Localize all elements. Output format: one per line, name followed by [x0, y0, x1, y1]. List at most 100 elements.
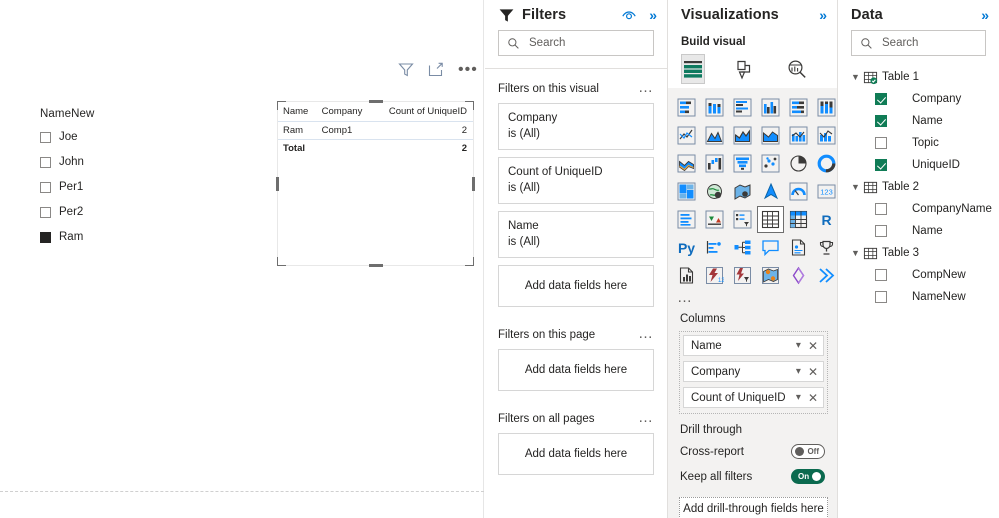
- filters-search-box[interactable]: [498, 30, 654, 56]
- report-canvas[interactable]: NameNew Joe John Per1 Per2 Ram ••• Name …: [0, 0, 484, 518]
- chevron-down-icon[interactable]: ▼: [851, 182, 863, 192]
- field-row-name[interactable]: Name: [838, 110, 999, 132]
- viz-line-chart[interactable]: [673, 122, 700, 149]
- well-field-company[interactable]: Company ▾ ✕: [683, 361, 824, 382]
- viz-pie-chart[interactable]: [785, 150, 812, 177]
- viz-multi-row-card[interactable]: [673, 206, 700, 233]
- viz-filled-map[interactable]: [729, 178, 756, 205]
- field-row-company[interactable]: Company: [838, 88, 999, 110]
- filters-visual-dropzone[interactable]: Add data fields here: [498, 265, 654, 307]
- slicer-visual-namenew[interactable]: NameNew Joe John Per1 Per2 Ram: [40, 108, 160, 252]
- chevron-down-icon[interactable]: ▼: [851, 72, 863, 82]
- viz-ribbon-chart[interactable]: [673, 150, 700, 177]
- field-checkbox-topic[interactable]: [875, 137, 887, 149]
- slicer-checkbox-per1[interactable]: [40, 181, 51, 193]
- chevron-down-icon[interactable]: ▾: [796, 392, 801, 403]
- field-checkbox-companyname[interactable]: [875, 203, 887, 215]
- filters-group-more-button[interactable]: …: [638, 410, 654, 425]
- viz-paginated-report[interactable]: [673, 262, 700, 289]
- table-node-table-3[interactable]: ▼ Table 3: [838, 242, 999, 264]
- remove-field-icon[interactable]: ✕: [808, 366, 818, 378]
- resize-handle-bottom[interactable]: [368, 264, 383, 267]
- viz-arcgis-maps[interactable]: [757, 262, 784, 289]
- collapse-data-pane-button[interactable]: »: [981, 7, 989, 23]
- slicer-checkbox-john[interactable]: [40, 156, 51, 168]
- field-checkbox-company[interactable]: [875, 93, 887, 105]
- slicer-item[interactable]: Joe: [40, 127, 160, 147]
- viz-r-script-visual[interactable]: R: [813, 206, 840, 233]
- remove-field-icon[interactable]: ✕: [808, 392, 818, 404]
- column-header-count-of-uniqueid[interactable]: Count of UniqueID: [372, 102, 473, 122]
- viz-stacked-bar-chart[interactable]: [673, 94, 700, 121]
- field-row-name-table2[interactable]: Name: [838, 220, 999, 242]
- slicer-item[interactable]: Ram: [40, 227, 160, 247]
- slicer-item[interactable]: John: [40, 152, 160, 172]
- viz-card[interactable]: 123: [813, 178, 840, 205]
- filter-card-company[interactable]: Company is (All): [498, 103, 654, 150]
- table-row[interactable]: Ram Comp1 2: [278, 121, 473, 140]
- remove-field-icon[interactable]: ✕: [808, 340, 818, 352]
- resize-handle-top-right[interactable]: [465, 101, 474, 110]
- viz-slicer[interactable]: [729, 206, 756, 233]
- viz-python-visual[interactable]: Py: [673, 234, 700, 261]
- viz-waterfall-chart[interactable]: [701, 150, 728, 177]
- filters-search-input[interactable]: [529, 37, 653, 49]
- visual-header-toolbar[interactable]: •••: [398, 62, 478, 78]
- field-row-companyname[interactable]: CompanyName: [838, 198, 999, 220]
- viz-100-stacked-bar-chart[interactable]: [785, 94, 812, 121]
- viz-map[interactable]: [701, 178, 728, 205]
- tab-analytics[interactable]: [785, 54, 809, 84]
- field-checkbox-name-table2[interactable]: [875, 225, 887, 237]
- slicer-checkbox-ram[interactable]: [40, 231, 51, 243]
- tab-format[interactable]: [733, 54, 757, 84]
- viz-area-chart[interactable]: [701, 122, 728, 149]
- filter-card-name[interactable]: Name is (All): [498, 211, 654, 258]
- slicer-item[interactable]: Per2: [40, 202, 160, 222]
- field-checkbox-name[interactable]: [875, 115, 887, 127]
- slicer-checkbox-joe[interactable]: [40, 131, 51, 143]
- data-search-box[interactable]: [851, 30, 986, 56]
- visual-more-options-button[interactable]: •••: [458, 62, 478, 78]
- table-node-table-1[interactable]: ▼ Table 1: [838, 66, 999, 88]
- resize-handle-right[interactable]: [472, 176, 475, 191]
- viz-gauge[interactable]: [785, 178, 812, 205]
- field-checkbox-uniqueid[interactable]: [875, 159, 887, 171]
- viz-clustered-bar-chart[interactable]: [729, 94, 756, 121]
- viz-stacked-column-chart[interactable]: [701, 94, 728, 121]
- slicer-checkbox-per2[interactable]: [40, 206, 51, 218]
- visualization-gallery-more-button[interactable]: …: [668, 289, 837, 305]
- field-row-namenew[interactable]: NameNew: [838, 286, 999, 308]
- viz-metrics[interactable]: [813, 234, 840, 261]
- resize-handle-top[interactable]: [368, 100, 383, 103]
- viz-line-and-stacked-column-chart[interactable]: [757, 122, 784, 149]
- viz-funnel-chart[interactable]: [729, 150, 756, 177]
- field-row-compnew[interactable]: CompNew: [838, 264, 999, 286]
- field-checkbox-compnew[interactable]: [875, 269, 887, 281]
- viz-power-platform[interactable]: [813, 262, 840, 289]
- viz-scatter-chart[interactable]: [757, 150, 784, 177]
- cross-report-toggle[interactable]: Off: [791, 444, 825, 459]
- viz-clustered-column-chart[interactable]: [757, 94, 784, 121]
- viz-line-and-clustered-column-chart[interactable]: [785, 122, 812, 149]
- viz-smart-narrative[interactable]: [785, 234, 812, 261]
- resize-handle-top-left[interactable]: [277, 101, 286, 110]
- collapse-filters-pane-button[interactable]: »: [649, 7, 657, 23]
- viz-table[interactable]: [757, 206, 784, 233]
- resize-handle-bottom-left[interactable]: [277, 257, 286, 266]
- drill-through-dropzone[interactable]: Add drill-through fields here: [679, 497, 828, 518]
- viz-treemap[interactable]: [673, 178, 700, 205]
- filters-all-pages-dropzone[interactable]: Add data fields here: [498, 433, 654, 475]
- filter-card-count-of-uniqueid[interactable]: Count of UniqueID is (All): [498, 157, 654, 204]
- eye-icon[interactable]: [621, 7, 637, 23]
- filters-page-dropzone[interactable]: Add data fields here: [498, 349, 654, 391]
- field-checkbox-namenew[interactable]: [875, 291, 887, 303]
- well-field-count-of-uniqueid[interactable]: Count of UniqueID ▾ ✕: [683, 387, 824, 408]
- keep-all-filters-toggle[interactable]: On: [791, 469, 825, 484]
- resize-handle-bottom-right[interactable]: [465, 257, 474, 266]
- slicer-item[interactable]: Per1: [40, 177, 160, 197]
- well-field-name[interactable]: Name ▾ ✕: [683, 335, 824, 356]
- viz-kpi[interactable]: [701, 206, 728, 233]
- viz-decomposition-tree[interactable]: [729, 234, 756, 261]
- data-search-input[interactable]: [882, 37, 985, 49]
- chevron-down-icon[interactable]: ▾: [796, 366, 801, 377]
